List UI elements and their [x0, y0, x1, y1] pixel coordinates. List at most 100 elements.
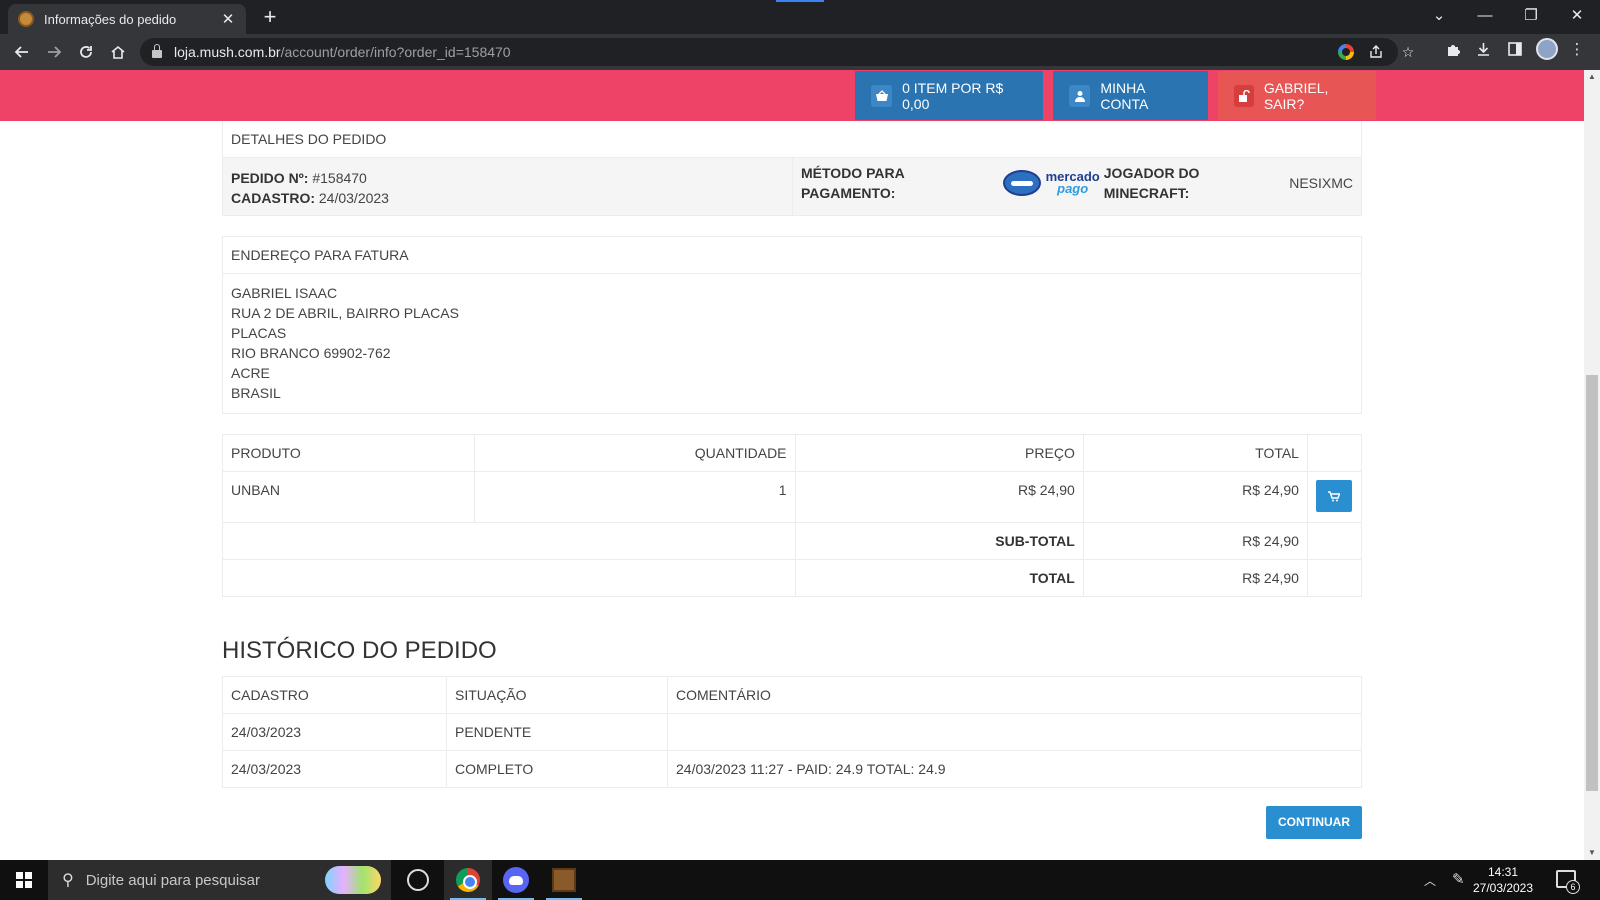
minecraft-player-label: JOGADOR DO MINECRAFT: [1103, 164, 1200, 201]
scrollbar-thumb[interactable] [1586, 375, 1598, 791]
url-host: loja.mush.com.br [174, 44, 281, 60]
address-line: ACRE [231, 365, 270, 381]
total-row: TOTAL R$ 24,90 [222, 559, 1363, 597]
order-number: #158470 [312, 170, 367, 186]
user-icon [1069, 84, 1091, 107]
pen-icon[interactable]: ✎ [1452, 870, 1465, 888]
browser-tab[interactable]: Informações do pedido ✕ [8, 4, 246, 34]
downloads-icon[interactable] [1472, 38, 1494, 60]
unlock-icon [1234, 84, 1254, 107]
handshake-icon [1002, 169, 1041, 196]
address-bar[interactable]: loja.mush.com.br/account/order/info?orde… [140, 38, 1414, 66]
minecraft-icon [552, 868, 576, 892]
table-row: 24/03/2023 PENDENTE [222, 713, 1362, 751]
search-highlight-icon[interactable] [325, 866, 381, 894]
taskbar-discord[interactable] [492, 860, 540, 900]
scroll-up-arrow-icon[interactable]: ▲ [1587, 72, 1597, 81]
total-label: TOTAL [794, 559, 1084, 597]
order-date-label: CADASTRO: [231, 190, 315, 206]
history-date-header: CADASTRO [222, 676, 447, 714]
order-details-row: PEDIDO Nº: #158470 CADASTRO: 24/03/2023 … [223, 158, 1361, 215]
search-icon: ⚲ [62, 872, 74, 889]
close-tab-icon[interactable]: ✕ [220, 10, 236, 28]
minimize-window-button[interactable]: — [1462, 0, 1508, 30]
my-account-button[interactable]: MINHA CONTA [1053, 71, 1208, 120]
taskbar-obs[interactable] [394, 860, 442, 900]
chrome-icon [456, 868, 480, 892]
billing-address-heading: ENDEREÇO PARA FATURA [223, 237, 1361, 274]
extensions-puzzle-icon[interactable] [1442, 38, 1464, 60]
address-line: RIO BRANCO 69902-762 [231, 345, 391, 361]
profile-avatar[interactable] [1536, 38, 1558, 60]
site-header: 0 ITEM POR R$ 0,00 MINHA CONTA GABRIEL, … [0, 70, 1584, 121]
price-column-header: PREÇO [794, 434, 1084, 472]
site-favicon-icon [18, 11, 34, 27]
page-scrollbar[interactable]: ▲ ▼ [1584, 70, 1600, 860]
clock-time: 14:31 [1487, 865, 1519, 879]
start-button[interactable] [0, 860, 48, 900]
home-icon[interactable] [104, 38, 132, 66]
browser-tab-bar: Informações do pedido ✕ + ⌄ — ❐ ✕ [0, 0, 1600, 34]
side-panel-icon[interactable] [1504, 38, 1526, 60]
quantity-column-header: QUANTIDADE [473, 434, 796, 472]
mercado-pago-logo: mercado pago [1002, 169, 1100, 196]
system-clock[interactable]: 14:31 27/03/2023 [1468, 864, 1538, 896]
cart-button[interactable]: 0 ITEM POR R$ 0,00 [855, 71, 1043, 120]
history-comment-header: COMENTÁRIO [667, 676, 1362, 714]
shopping-basket-icon [871, 84, 893, 107]
google-lens-icon[interactable] [1336, 42, 1356, 62]
discord-icon [503, 867, 529, 893]
reorder-cell [1306, 471, 1363, 523]
subtotal-value: R$ 24,90 [1082, 522, 1308, 560]
total-value: R$ 24,90 [1082, 559, 1308, 597]
product-name: UNBAN [222, 471, 475, 523]
order-date: 24/03/2023 [318, 190, 389, 206]
history-status-header: SITUAÇÃO [446, 676, 668, 714]
taskbar-search[interactable]: ⚲ Digite aqui para pesquisar [48, 860, 391, 900]
cart-label: 0 ITEM POR R$ 0,00 [902, 79, 1004, 112]
add-to-cart-button[interactable] [1315, 480, 1352, 512]
tab-search-icon[interactable]: ⌄ [1416, 0, 1462, 30]
scroll-down-arrow-icon[interactable]: ▼ [1587, 848, 1597, 857]
subtotal-row: SUB-TOTAL R$ 24,90 [222, 522, 1363, 560]
url-path: /account/order/info?order_id=158470 [280, 44, 511, 60]
products-header-row: PRODUTO QUANTIDADE PREÇO TOTAL [222, 434, 1363, 472]
history-date: 24/03/2023 [222, 750, 447, 788]
search-placeholder: Digite aqui para pesquisar [85, 871, 260, 889]
address-line: RUA 2 DE ABRIL, BAIRRO PLACAS [231, 305, 459, 321]
taskbar-minecraft[interactable] [540, 860, 588, 900]
history-header-row: CADASTRO SITUAÇÃO COMENTÁRIO [222, 676, 1362, 714]
show-hidden-icons-icon[interactable]: ︿ [1424, 872, 1436, 889]
order-details-heading: DETALHES DO PEDIDO [223, 121, 1361, 158]
browser-toolbar: loja.mush.com.br/account/order/info?orde… [0, 34, 1600, 70]
order-details-panel: DETALHES DO PEDIDO PEDIDO Nº: #158470 CA… [222, 121, 1362, 216]
restore-window-button[interactable]: ❐ [1508, 0, 1554, 30]
forward-arrow-icon[interactable] [40, 38, 68, 66]
back-arrow-icon[interactable] [8, 38, 36, 66]
windows-taskbar: ⚲ Digite aqui para pesquisar ︿ ✎ 14:31 2… [0, 860, 1600, 900]
bookmark-star-icon[interactable]: ☆ [1398, 42, 1418, 62]
table-row: 24/03/2023 COMPLETO 24/03/2023 11:27 - P… [222, 750, 1362, 788]
obs-icon [407, 869, 429, 891]
continue-button[interactable]: CONTINUAR [1266, 806, 1362, 839]
share-icon[interactable] [1366, 42, 1386, 62]
taskbar-chrome[interactable] [444, 860, 492, 900]
history-comment: 24/03/2023 11:27 - PAID: 24.9 TOTAL: 24.… [667, 750, 1362, 788]
reload-icon[interactable] [72, 38, 100, 66]
history-status: PENDENTE [446, 713, 668, 751]
lock-icon[interactable] [152, 44, 162, 58]
menu-kebab-icon[interactable]: ⋮ [1566, 38, 1588, 60]
main-content: DETALHES DO PEDIDO PEDIDO Nº: #158470 CA… [222, 121, 1363, 839]
order-history-table: CADASTRO SITUAÇÃO COMENTÁRIO 24/03/2023 … [222, 676, 1362, 788]
address-line: BRASIL [231, 385, 281, 401]
new-tab-button[interactable]: + [258, 3, 282, 31]
subtotal-label: SUB-TOTAL [794, 522, 1084, 560]
billing-address-panel: ENDEREÇO PARA FATURA GABRIEL ISAAC RUA 2… [222, 236, 1362, 414]
account-label: MINHA CONTA [1100, 79, 1149, 112]
windows-logo-icon [16, 872, 32, 888]
product-quantity: 1 [473, 471, 796, 523]
logout-button[interactable]: GABRIEL, SAIR? [1218, 71, 1376, 120]
close-window-button[interactable]: ✕ [1554, 0, 1600, 30]
product-column-header: PRODUTO [222, 434, 475, 472]
history-date: 24/03/2023 [222, 713, 447, 751]
